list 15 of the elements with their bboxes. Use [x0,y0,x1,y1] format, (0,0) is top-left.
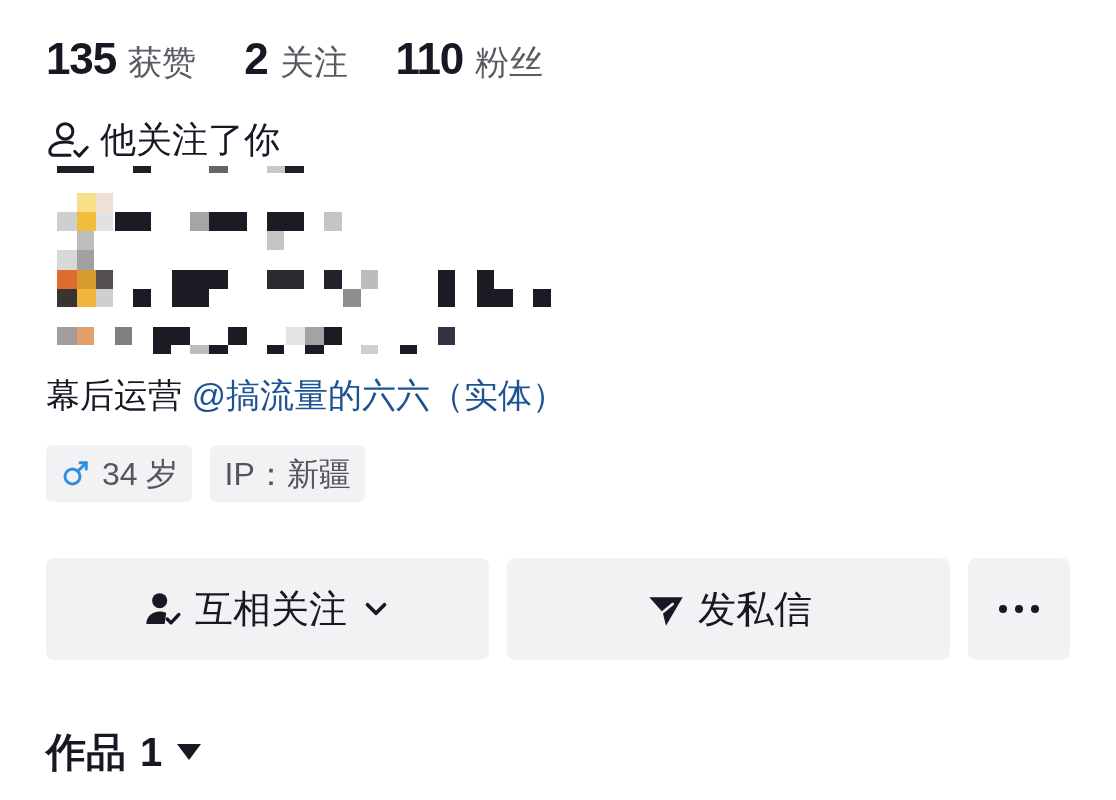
male-icon [60,458,90,489]
mention-link[interactable]: @搞流量的六六（实体） [191,376,566,414]
works-tab[interactable]: 作品 1 [46,722,203,782]
age-tag: 34 岁 [46,445,193,502]
location-tag: IP：新疆 [210,445,365,502]
stat-item: 110 粉丝 [395,33,544,85]
bio-text: 幕后运营 @搞流量的六六（实体） [46,375,567,416]
more-icon [999,605,1039,613]
more-button[interactable] [968,558,1070,660]
stat-item: 135 获赞 [46,33,197,85]
follow-status: 他关注了你 [100,118,280,162]
mutual-follow-button[interactable]: 互相关注 [46,558,489,660]
dropdown-triangle-icon [176,742,203,762]
message-button[interactable]: 发私信 [507,558,950,660]
stat-item: 2 关注 [244,33,348,85]
